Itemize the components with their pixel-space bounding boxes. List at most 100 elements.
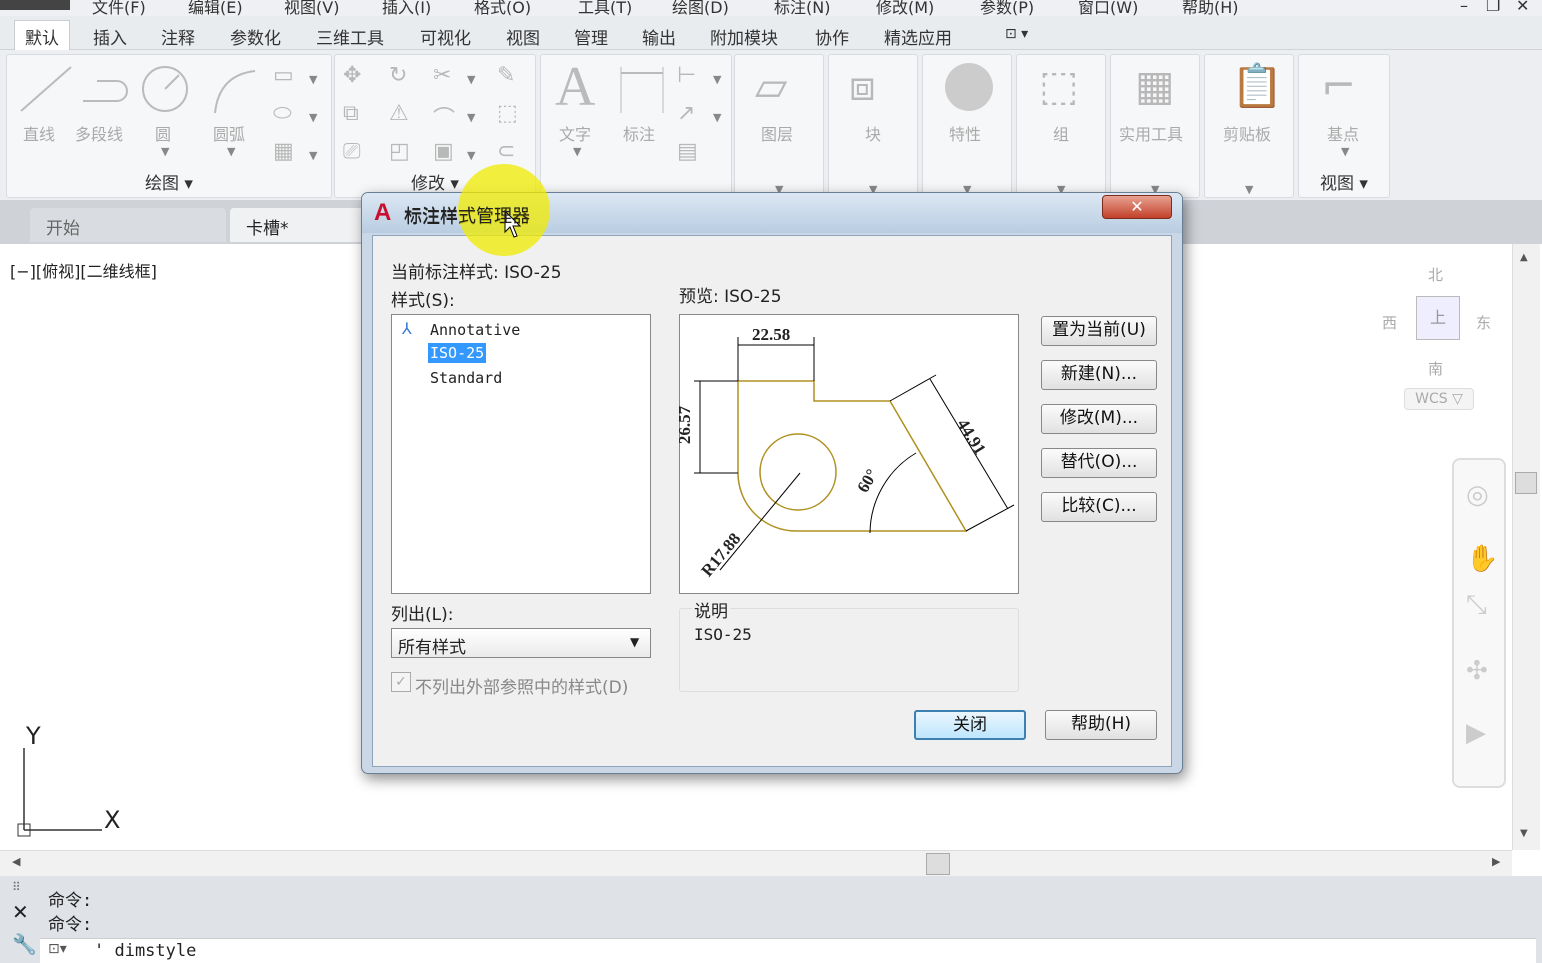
- scroll-up-icon[interactable]: ▲: [1520, 252, 1528, 263]
- table-icon[interactable]: ▤: [677, 139, 698, 164]
- customize-wrench-icon[interactable]: 🔧: [12, 932, 37, 956]
- viewcube-east[interactable]: 东: [1476, 312, 1491, 333]
- move-icon[interactable]: ✥: [343, 63, 361, 88]
- copy-icon[interactable]: ⧉: [343, 101, 359, 126]
- erase-icon[interactable]: ✎: [497, 63, 515, 88]
- viewcube-north[interactable]: 北: [1428, 264, 1443, 285]
- menu-draw[interactable]: 绘图(D): [672, 0, 729, 16]
- calculator-icon[interactable]: ▦: [1135, 61, 1175, 110]
- clipboard-icon[interactable]: 📋: [1231, 61, 1283, 111]
- app-logo[interactable]: [0, 0, 70, 10]
- tab-insert[interactable]: 插入: [93, 24, 127, 49]
- stretch-icon[interactable]: ⎚: [343, 139, 361, 164]
- viewcube-top-face[interactable]: 上: [1416, 296, 1460, 340]
- new-style-button[interactable]: 新建(N)...: [1041, 360, 1157, 390]
- viewcube-south[interactable]: 南: [1428, 358, 1443, 379]
- ellipse-icon[interactable]: ⬭: [273, 101, 292, 126]
- close-command-icon[interactable]: ✕: [12, 900, 29, 924]
- tab-featured-apps[interactable]: 精选应用: [884, 24, 952, 49]
- tab-3d-tools[interactable]: 三维工具: [316, 24, 384, 49]
- style-item-annotative[interactable]: Annotative: [430, 321, 520, 339]
- scroll-down-icon[interactable]: ▼: [1520, 828, 1528, 839]
- style-item-standard[interactable]: Standard: [430, 369, 502, 387]
- line-icon[interactable]: [15, 61, 79, 117]
- vertical-scroll-thumb[interactable]: [1515, 472, 1537, 494]
- arc-icon[interactable]: [205, 63, 261, 119]
- command-input[interactable]: ' dimstyle: [94, 941, 196, 961]
- menu-tools[interactable]: 工具(T): [578, 0, 632, 16]
- viewcube-west[interactable]: 西: [1382, 312, 1397, 333]
- menu-insert[interactable]: 插入(I): [382, 0, 431, 16]
- rectangle-icon[interactable]: ▭: [273, 63, 294, 88]
- layers-icon[interactable]: ▱: [755, 61, 787, 110]
- dialog-close-button[interactable]: ✕: [1102, 195, 1172, 219]
- command-prompt-icon[interactable]: ⊡▾: [48, 941, 67, 957]
- linear-dim-icon[interactable]: ⊢: [677, 63, 696, 88]
- properties-icon[interactable]: [943, 61, 995, 113]
- menu-help[interactable]: 帮助(H): [1182, 0, 1239, 16]
- exclude-xref-checkbox[interactable]: ✓: [391, 672, 411, 692]
- text-icon[interactable]: A: [555, 55, 595, 119]
- modify-style-button[interactable]: 修改(M)...: [1041, 404, 1157, 434]
- horizontal-scroll-thumb[interactable]: [926, 853, 950, 875]
- restore-icon[interactable]: ❐: [1486, 0, 1500, 15]
- leader-icon[interactable]: ↗: [677, 101, 695, 126]
- tab-collaborate[interactable]: 协作: [815, 24, 849, 49]
- orbit-icon[interactable]: ✣: [1466, 656, 1488, 686]
- tab-addins[interactable]: 附加模块: [710, 24, 778, 49]
- showmotion-icon[interactable]: ▶: [1466, 718, 1486, 748]
- tab-default[interactable]: 默认: [14, 20, 70, 50]
- tab-visualize[interactable]: 可视化: [420, 24, 471, 49]
- wcs-menu[interactable]: WCS ▽: [1404, 388, 1474, 410]
- styles-list[interactable]: ⅄ Annotative ISO-25 Standard: [391, 314, 651, 594]
- menu-modify[interactable]: 修改(M): [876, 0, 934, 16]
- dimension-icon[interactable]: [617, 65, 667, 115]
- tab-manage[interactable]: 管理: [574, 24, 608, 49]
- scroll-right-icon[interactable]: ▶: [1492, 855, 1500, 868]
- block-icon[interactable]: ⧈: [849, 61, 876, 111]
- basepoint-icon[interactable]: ⌐: [1321, 61, 1356, 110]
- set-current-button[interactable]: 置为当前(U): [1041, 316, 1157, 346]
- group-icon[interactable]: ⬚: [1039, 61, 1079, 110]
- panel-clipboard[interactable]: 📋 剪贴板 ▼: [1204, 54, 1294, 198]
- tab-output[interactable]: 输出: [642, 24, 676, 49]
- panel-block[interactable]: ⧈ 块 ▼: [828, 54, 918, 198]
- panel-layers[interactable]: ▱ 图层 ▼: [734, 54, 824, 198]
- menu-parametric[interactable]: 参数(P): [980, 0, 1034, 16]
- fillet-icon[interactable]: ⌒: [433, 101, 455, 133]
- trim-icon[interactable]: ✂: [433, 63, 451, 88]
- panel-group[interactable]: ⬚ 组 ▼: [1016, 54, 1106, 198]
- zoom-extents-icon[interactable]: ⤡: [1466, 590, 1487, 621]
- tab-parametric[interactable]: 参数化: [230, 24, 281, 49]
- tab-annotate[interactable]: 注释: [161, 24, 195, 49]
- menu-window[interactable]: 窗口(W): [1078, 0, 1138, 16]
- array-icon[interactable]: ▣: [433, 139, 454, 164]
- scroll-left-icon[interactable]: ◀: [12, 855, 20, 868]
- polyline-icon[interactable]: [77, 65, 137, 115]
- close-app-icon[interactable]: ✕: [1516, 0, 1529, 15]
- compare-style-button[interactable]: 比较(C)...: [1041, 492, 1157, 522]
- tab-start[interactable]: 开始: [30, 208, 226, 242]
- circle-icon[interactable]: [137, 63, 193, 119]
- menu-dimension[interactable]: 标注(N): [774, 0, 830, 16]
- view-panel-title[interactable]: 视图 ▾: [1299, 169, 1389, 194]
- panel-properties[interactable]: 特性 ▼: [922, 54, 1012, 198]
- command-input-bar[interactable]: ⊡▾ ' dimstyle: [40, 938, 1536, 963]
- ribbon-toggle-icon[interactable]: ⊡ ▾: [1005, 26, 1028, 42]
- steering-wheel-icon[interactable]: ◎: [1466, 480, 1489, 510]
- horizontal-scrollbar[interactable]: ◀ ▶: [0, 850, 1512, 876]
- viewport-controls[interactable]: [−][俯视][二维线框]: [10, 258, 157, 282]
- help-button[interactable]: 帮助(H): [1045, 710, 1157, 740]
- style-item-iso25[interactable]: ISO-25: [428, 343, 487, 363]
- offset-icon[interactable]: ⊂: [497, 139, 515, 164]
- vertical-scrollbar[interactable]: ▲ ▼: [1512, 244, 1540, 850]
- explode-icon[interactable]: ⬚: [497, 101, 518, 126]
- menu-file[interactable]: 文件(F): [92, 0, 146, 16]
- menu-view[interactable]: 视图(V): [284, 0, 339, 16]
- override-style-button[interactable]: 替代(O)...: [1041, 448, 1157, 478]
- menu-format[interactable]: 格式(O): [474, 0, 531, 16]
- draw-panel-title[interactable]: 绘图 ▾: [7, 169, 331, 194]
- tab-drawing-file[interactable]: 卡槽*: [230, 208, 380, 242]
- list-filter-dropdown[interactable]: 所有样式 ▼: [391, 628, 651, 658]
- panel-utilities[interactable]: ▦ 实用工具 ▼: [1110, 54, 1200, 198]
